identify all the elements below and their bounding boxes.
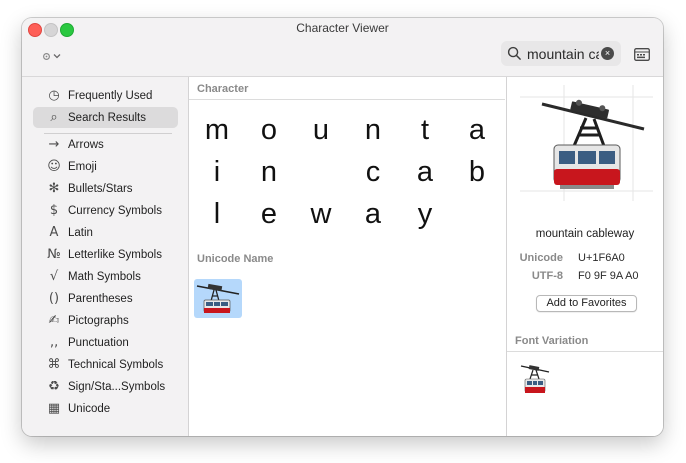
- pictograph-icon: ✍: [48, 313, 60, 328]
- utf8-value: F0 9F 9A A0: [578, 270, 639, 282]
- character-cell[interactable]: i: [191, 152, 243, 192]
- gear-icon: [43, 52, 50, 60]
- square-root-icon: √: [49, 269, 59, 284]
- character-cell[interactable]: m: [191, 110, 243, 150]
- window-title: Character Viewer: [296, 21, 389, 35]
- character-cell[interactable]: e: [243, 194, 295, 234]
- sidebar-item-search-results[interactable]: ⌕ Search Results: [33, 107, 178, 128]
- character-cell[interactable]: t: [399, 110, 451, 150]
- character-cell[interactable]: n: [243, 152, 295, 192]
- sidebar-item-arrows[interactable]: → Arrows: [33, 134, 178, 155]
- character-cell[interactable]: b: [451, 152, 503, 192]
- character-detail-pane: mountain cableway Unicode U+1F6A0 UTF-8 …: [506, 77, 663, 436]
- character-cell[interactable]: n: [347, 110, 399, 150]
- sidebar-item-technical-symbols[interactable]: ⌘ Technical Symbols: [33, 354, 178, 375]
- character-cell[interactable]: a: [399, 152, 451, 192]
- unicode-value: U+1F6A0: [578, 252, 625, 264]
- dollar-icon: $: [49, 203, 59, 218]
- sidebar-item-label: Currency Symbols: [68, 204, 162, 217]
- sidebar-item-parentheses[interactable]: () Parentheses: [33, 288, 178, 309]
- sidebar-item-math-symbols[interactable]: √ Math Symbols: [33, 266, 178, 287]
- search-icon: [507, 46, 521, 60]
- sidebar-item-label: Arrows: [68, 138, 104, 151]
- character-cell[interactable]: c: [347, 152, 399, 192]
- font-variation-divider: [507, 351, 663, 352]
- sidebar-item-letterlike-symbols[interactable]: № Letterlike Symbols: [33, 244, 178, 265]
- sidebar-item-emoji[interactable]: ☺ Emoji: [33, 156, 178, 177]
- character-cell[interactable]: y: [399, 194, 451, 234]
- category-sidebar: ◷ Frequently Used ⌕ Search Results → Arrows ☺ E…: [22, 77, 189, 436]
- sidebar-item-latin[interactable]: A Latin: [33, 222, 178, 243]
- sidebar-item-currency-symbols[interactable]: $ Currency Symbols: [33, 200, 178, 221]
- punctuation-icon: ‚‚: [49, 335, 59, 350]
- character-cell[interactable]: w: [295, 194, 347, 234]
- unicode-name-section-label: Unicode Name: [197, 253, 274, 265]
- sidebar-item-label: Search Results: [68, 111, 146, 124]
- sidebar-item-label: Frequently Used: [68, 89, 153, 102]
- sidebar-item-label: Pictographs: [68, 314, 129, 327]
- sidebar-item-label: Parentheses: [68, 292, 133, 305]
- magnifier-icon: ⌕: [50, 110, 58, 125]
- mountain-cableway-icon: [196, 283, 240, 313]
- font-variation-item[interactable]: [519, 362, 551, 398]
- keyboard-viewer-icon[interactable]: [634, 48, 650, 61]
- numero-icon: №: [47, 247, 61, 262]
- character-cell[interactable]: u: [295, 110, 347, 150]
- sidebar-item-sign-sta-symbols[interactable]: ♻ Sign/Sta...Symbols: [33, 376, 178, 397]
- character-name: mountain cableway: [535, 228, 635, 240]
- command-icon: ⌘: [47, 357, 61, 372]
- chevron-down-icon: [53, 54, 61, 59]
- sidebar-item-bullets-stars[interactable]: ✻ Bullets/Stars: [33, 178, 178, 199]
- asterisk-icon: ✻: [48, 181, 60, 196]
- smiley-icon: ☺: [47, 159, 61, 174]
- mountain-cableway-variation-icon: [520, 365, 550, 393]
- sidebar-item-frequently-used[interactable]: ◷ Frequently Used: [33, 85, 178, 106]
- sidebar-item-unicode[interactable]: ▦ Unicode: [33, 398, 178, 419]
- font-variation-section-label: Font Variation: [515, 335, 589, 347]
- sidebar-item-label: Math Symbols: [68, 270, 141, 283]
- mountain-cableway-large-icon: [520, 85, 653, 201]
- search-input[interactable]: [527, 45, 599, 62]
- character-section-label: Character: [197, 83, 249, 95]
- parentheses-icon: (): [48, 291, 60, 306]
- character-viewer-window: Character Viewer ×: [22, 18, 663, 436]
- character-cell[interactable]: a: [347, 194, 399, 234]
- recycle-icon: ♻: [48, 379, 60, 394]
- add-to-favorites-button[interactable]: Add to Favorites: [536, 295, 637, 312]
- grid-square-icon: ▦: [47, 401, 61, 416]
- character-cell[interactable]: a: [451, 110, 503, 150]
- sidebar-item-label: Sign/Sta...Symbols: [68, 380, 166, 393]
- action-menu-button[interactable]: [42, 49, 66, 63]
- latin-a-icon: A: [49, 225, 59, 240]
- clock-icon: ◷: [48, 88, 60, 103]
- title-bar: Character Viewer ×: [22, 18, 663, 77]
- arrow-icon: →: [48, 137, 60, 152]
- character-cell[interactable]: [295, 152, 347, 192]
- result-tile-mountain-cableway[interactable]: [194, 279, 242, 318]
- utf8-label: UTF-8: [531, 270, 563, 282]
- sidebar-item-label: Latin: [68, 226, 93, 239]
- clear-search-button[interactable]: ×: [601, 47, 614, 60]
- sidebar-item-label: Letterlike Symbols: [68, 248, 162, 261]
- sidebar-item-label: Bullets/Stars: [68, 182, 133, 195]
- character-cell[interactable]: o: [243, 110, 295, 150]
- sidebar-item-punctuation[interactable]: ‚‚ Punctuation: [33, 332, 178, 353]
- character-header-divider: [189, 99, 505, 100]
- sidebar-item-label: Technical Symbols: [68, 358, 164, 371]
- unicode-label: Unicode: [519, 252, 563, 264]
- search-field[interactable]: ×: [501, 41, 621, 66]
- sidebar-item-pictographs[interactable]: ✍ Pictographs: [33, 310, 178, 331]
- character-cell[interactable]: l: [191, 194, 243, 234]
- sidebar-item-label: Unicode: [68, 402, 111, 415]
- character-results-pane: Character Unicode Name mountaincableway: [189, 77, 505, 436]
- sidebar-item-label: Emoji: [68, 160, 97, 173]
- character-preview: [520, 85, 653, 201]
- sidebar-item-label: Punctuation: [68, 336, 129, 349]
